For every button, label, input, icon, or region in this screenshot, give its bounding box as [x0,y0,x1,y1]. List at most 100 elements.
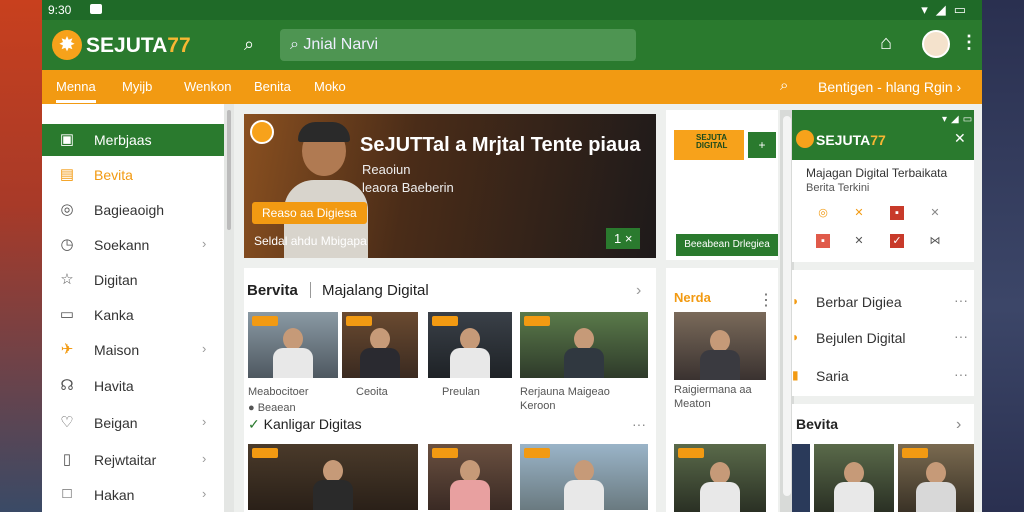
popup-title: Majagan Digital Terbaikata [806,166,948,180]
more-dots-icon[interactable]: ··· [632,416,646,432]
more-menu-icon[interactable]: ⋮ [960,32,978,53]
grid-icon-1[interactable]: ◎ [816,206,830,220]
thumb-tag [432,448,458,458]
thumb-tag [346,316,372,326]
bevita-title: Bevita [796,416,839,432]
search-icon[interactable]: ⌕ [244,34,254,55]
title-divider [310,282,311,298]
thumb-person [450,326,490,378]
grid-icon-5[interactable]: ▪ [816,234,830,248]
column-thumbnail[interactable] [674,312,766,380]
sidebar-item-0[interactable]: ▣ Merbjaas [42,124,224,156]
category-nav: Menna Myijb Wenkon Benita Moko ⌕ Bentige… [42,70,982,104]
hero-caption: Seldal ahdu Mbigapa [254,234,367,248]
hero-title: SeJUTTal a Mrjtal Tente piaua [360,134,641,156]
more-dots-icon[interactable]: ··· [954,328,968,344]
grid-icon-4[interactable]: ✕ [928,206,942,220]
grid-icon: ▭ [59,306,75,323]
hero-page-indicator[interactable]: 1 × [606,228,641,249]
chevron-right-icon[interactable]: › [956,416,961,434]
sidebar-item-9[interactable]: ▯ Rejwtaitar › [42,444,224,476]
sidebar-item-5[interactable]: ▭ Kanka [42,299,224,331]
list-item[interactable]: ◗ Berbar Digiea ··· [792,284,974,320]
globe-icon: ◎ [60,201,74,218]
thumb-caption-5: Keroon [520,400,556,412]
section-title: Bervita [247,282,298,299]
avatar[interactable] [922,30,950,58]
thumbnail-2[interactable] [342,312,418,378]
thumb-tag [432,316,458,326]
status-time: 9:30 [48,3,72,17]
thumb-tag [252,316,278,326]
clock-icon: ◷ [60,236,74,253]
close-icon[interactable]: ✕ [954,130,966,147]
more-dots-icon[interactable]: ⋮ [758,290,774,310]
thumb-person [834,460,874,512]
sidebar-item-6[interactable]: ✈ Maison › [42,334,224,366]
thumbnail-6[interactable] [428,444,512,510]
list-item[interactable]: ◗ Bejulen Digital ··· [792,320,974,356]
home-icon[interactable]: ⌂ [880,32,892,55]
tab-5[interactable]: Moko [314,79,346,94]
sidebar-scrollbar[interactable] [224,104,234,512]
sidebar-item-7[interactable]: ☊ Havita [42,370,224,402]
sidebar-item-4[interactable]: ☆ Digitan [42,264,224,296]
popup-brand: SEJUTA77 [816,132,886,148]
thumbnail-5[interactable] [248,444,418,510]
tab-3[interactable]: Wenkon [184,79,231,94]
bullet-icon: ◗ [792,294,800,308]
grid-icon-7[interactable]: ✓ [890,234,904,248]
logo-icon[interactable]: ✸ [52,30,82,60]
thumbnail-4[interactable] [520,312,648,378]
bevita-thumb-1[interactable] [792,444,810,512]
grid-icon-8[interactable]: ⋈ [928,234,942,248]
thumbnail-1[interactable] [248,312,338,378]
bevita-thumb-3[interactable] [898,444,974,512]
column-thumbnail-2[interactable] [674,444,766,512]
sidebar-item-8[interactable]: ♡ Beigan › [42,407,224,439]
top-app-bar: ✸ SEJUTA77 ⌕ ⌕ Jnial Narvi ⌂ ⋮ [42,20,982,70]
hero-cta-button[interactable]: Reaso aa Digiesa [252,202,367,224]
thumb-caption-3: Preulan [442,386,480,398]
tab-home[interactable]: Menna [56,79,96,103]
thumb-tag [524,316,550,326]
recommend-card[interactable]: SEJUTA DIGITAL + Beeabean Drlegiea [666,110,778,260]
sidebar-item-2[interactable]: ◎ Bagieaoigh [42,194,224,226]
thumb-person [360,326,400,378]
popup-status-icons: ▾◢▭ [942,114,977,125]
grid-icon-6[interactable]: ✕ [852,234,866,248]
grid-icon-2[interactable]: ✕ [852,206,866,220]
bevita-thumb-2[interactable] [814,444,894,512]
app-window: 9:30 ▾◢▭ ✸ SEJUTA77 ⌕ ⌕ Jnial Narvi ⌂ ⋮ … [42,0,982,512]
more-dots-icon[interactable]: ··· [954,366,968,382]
tab-4[interactable]: Benita [254,79,291,94]
add-button[interactable]: + [748,132,776,158]
grid-icon-3[interactable]: ▪ [890,206,904,220]
recommend-button[interactable]: Beeabean Drlegiea [676,234,778,256]
star-icon: ☆ [60,271,74,288]
brand-title[interactable]: SEJUTA77 [86,34,191,58]
right-list: ◗ Berbar Digiea ··· ◗ Bejulen Digital ··· ▮ S… [792,270,974,396]
background-left [0,0,42,512]
bullet-icon: ◗ [792,330,800,344]
chevron-right-icon[interactable]: › [636,282,641,300]
hero-subtitle-1: Reaoiun [362,162,411,177]
thumbnail-3[interactable] [428,312,512,378]
sidebar: ▣ Merbjaas ▤ Bevita ◎ Bagieaoigh ◷ Soekann › … [42,104,224,512]
thumbnail-7[interactable] [520,444,648,510]
search-input[interactable]: ⌕ Jnial Narvi [280,29,636,61]
bevita-section: Bevita › [792,404,974,512]
nav-right-link[interactable]: Bentigen - hlang Rgin › [818,79,961,95]
nav-search-icon[interactable]: ⌕ [780,77,788,94]
sidebar-item-1[interactable]: ▤ Bevita [42,159,224,191]
more-dots-icon[interactable]: ··· [954,292,968,308]
list-item[interactable]: ▮ Saria ··· [792,358,974,394]
hero-logo-icon [250,120,274,144]
thumb-caption-4: Rerjauna Maigeao [520,386,610,398]
thumb-caption-2: Ceoita [356,386,388,398]
tab-2[interactable]: Myijb [122,79,152,94]
hero-banner[interactable]: SeJUTTal a Mrjtal Tente piaua Reaoiun le… [244,114,656,258]
sidebar-item-10[interactable]: □ Hakan › [42,479,224,511]
popup-card[interactable]: ▾◢▭ SEJUTA77 ✕ Majagan Digital Terbaikat… [792,110,974,262]
sidebar-item-3[interactable]: ◷ Soekann › [42,229,224,261]
